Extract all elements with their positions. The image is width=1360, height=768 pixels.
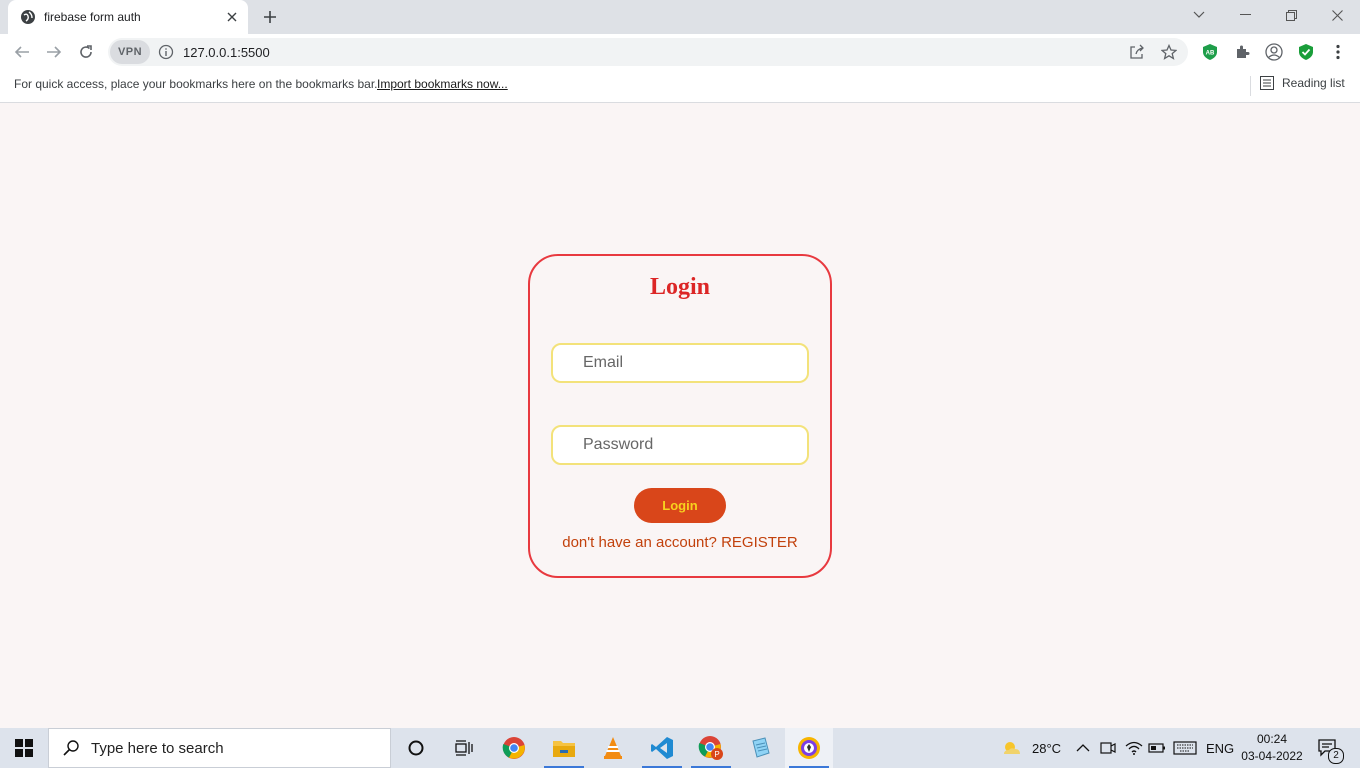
keyboard-icon[interactable] bbox=[1173, 728, 1197, 768]
clock[interactable]: 00:24 03-04-2022 bbox=[1236, 731, 1308, 765]
login-button[interactable]: Login bbox=[634, 488, 726, 523]
chrome-icon[interactable] bbox=[490, 728, 538, 768]
close-window-button[interactable] bbox=[1314, 0, 1360, 30]
temperature: 28°C bbox=[1032, 740, 1062, 756]
back-arrow-icon[interactable] bbox=[12, 42, 32, 62]
login-card: Login Login don't have an account? REGIS… bbox=[528, 254, 832, 578]
vscode-icon[interactable] bbox=[638, 728, 686, 768]
globe-icon bbox=[20, 9, 36, 25]
vpn-badge[interactable]: VPN bbox=[110, 40, 150, 64]
restore-button[interactable] bbox=[1268, 0, 1314, 30]
taskbar: Type here to search P 28°C ENG 00:24 03-… bbox=[0, 728, 1360, 768]
login-title: Login bbox=[649, 274, 711, 300]
cortana-icon[interactable] bbox=[392, 728, 440, 768]
tab-search-icon[interactable] bbox=[1176, 0, 1222, 30]
import-bookmarks-link[interactable]: Import bookmarks now... bbox=[377, 77, 508, 91]
new-tab-button[interactable] bbox=[260, 7, 280, 27]
weather-widget[interactable]: 28°C bbox=[1000, 728, 1061, 768]
register-link[interactable]: don't have an account? REGISTER bbox=[530, 534, 830, 551]
shield-check-icon[interactable] bbox=[1296, 42, 1316, 62]
svg-text:AB: AB bbox=[1206, 51, 1215, 57]
browser-tab[interactable]: firebase form auth bbox=[8, 0, 248, 34]
file-explorer-icon[interactable] bbox=[540, 728, 588, 768]
search-icon bbox=[63, 740, 79, 756]
email-field[interactable] bbox=[551, 343, 809, 383]
profile-icon[interactable] bbox=[1264, 42, 1284, 62]
battery-icon[interactable] bbox=[1148, 728, 1166, 768]
minimize-button[interactable] bbox=[1222, 0, 1268, 30]
taskbar-search-input[interactable]: Type here to search bbox=[48, 728, 391, 768]
notification-count: 2 bbox=[1328, 748, 1344, 764]
password-field[interactable] bbox=[551, 425, 809, 465]
share-icon[interactable] bbox=[1128, 43, 1146, 61]
close-icon[interactable] bbox=[224, 9, 240, 25]
tab-strip: firebase form auth bbox=[0, 0, 1360, 34]
weather-sun-cloud-icon bbox=[1004, 742, 1020, 754]
adblock-icon[interactable]: AB bbox=[1200, 42, 1220, 62]
reading-list-icon bbox=[1260, 76, 1274, 90]
url-text: 127.0.0.1:5500 bbox=[183, 45, 270, 60]
reading-list-button[interactable]: Reading list bbox=[1260, 76, 1345, 90]
clock-time: 00:24 bbox=[1256, 732, 1288, 746]
svg-text:P: P bbox=[714, 750, 719, 759]
reading-list-label: Reading list bbox=[1282, 76, 1345, 90]
menu-dots-icon[interactable] bbox=[1328, 42, 1348, 62]
reload-icon[interactable] bbox=[76, 42, 96, 62]
divider bbox=[1250, 76, 1251, 96]
task-view-icon[interactable] bbox=[440, 728, 488, 768]
browser-toolbar: VPN 127.0.0.1:5500 AB bbox=[0, 34, 1360, 70]
star-icon[interactable] bbox=[1160, 43, 1178, 61]
wifi-icon[interactable] bbox=[1125, 728, 1143, 768]
chrome-profile-icon[interactable]: P bbox=[687, 728, 735, 768]
address-bar[interactable]: VPN 127.0.0.1:5500 bbox=[108, 38, 1188, 66]
extensions-icon[interactable] bbox=[1232, 42, 1252, 62]
meet-now-icon[interactable] bbox=[1100, 728, 1116, 768]
vlc-icon[interactable] bbox=[589, 728, 637, 768]
language-indicator[interactable]: ENG bbox=[1206, 728, 1234, 768]
bookmarks-hint: For quick access, place your bookmarks h… bbox=[14, 77, 378, 91]
search-placeholder: Type here to search bbox=[91, 739, 224, 757]
windows-start-icon[interactable] bbox=[0, 728, 48, 768]
forward-arrow-icon[interactable] bbox=[44, 42, 64, 62]
info-icon[interactable] bbox=[158, 44, 174, 60]
notifications-button[interactable]: 2 bbox=[1318, 728, 1344, 768]
bookmarks-bar: For quick access, place your bookmarks h… bbox=[0, 70, 1360, 103]
brave-browser-icon[interactable] bbox=[785, 728, 833, 768]
show-hidden-icons-chevron-up-icon[interactable] bbox=[1076, 728, 1090, 768]
notepad-icon[interactable] bbox=[736, 728, 784, 768]
tab-title: firebase form auth bbox=[44, 10, 141, 24]
clock-date: 03-04-2022 bbox=[1241, 749, 1303, 763]
